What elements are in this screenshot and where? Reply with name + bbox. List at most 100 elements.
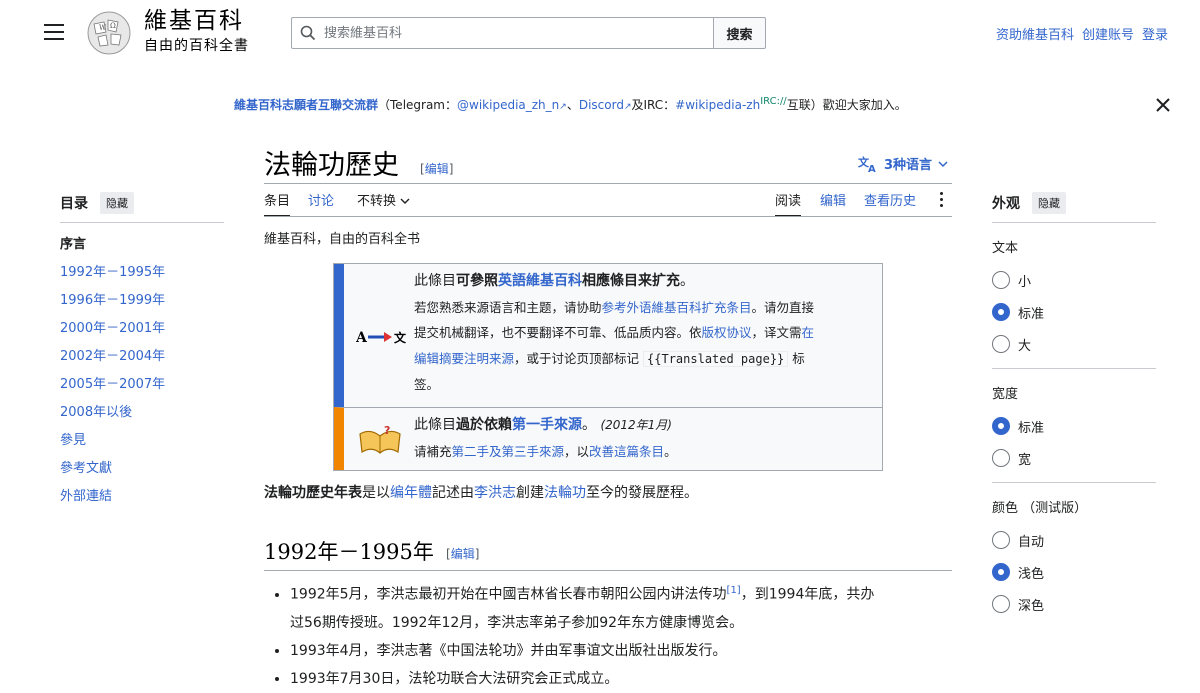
- tab-variant[interactable]: 不转换: [357, 190, 410, 215]
- notice-text: 提交机械翻译，也不要翻译不可靠、低品质内容。依: [414, 325, 702, 340]
- close-icon[interactable]: [1154, 96, 1172, 114]
- radio-text-large[interactable]: 大: [992, 328, 1156, 360]
- li-hongzhi-link[interactable]: 李洪志: [474, 485, 516, 501]
- expand-guide-link[interactable]: 参考外语維基百科扩充条目: [602, 300, 752, 315]
- template-code: {{Translated page}}: [643, 350, 789, 367]
- notice-text: ，以: [564, 443, 590, 459]
- main-menu-icon[interactable]: [44, 24, 64, 40]
- lead-text: 記述由: [432, 485, 474, 501]
- login-link[interactable]: 登录: [1142, 24, 1168, 43]
- radio-button[interactable]: [992, 335, 1010, 353]
- telegram-link[interactable]: @wikipedia_zh_n: [457, 98, 559, 112]
- section-edit: [编辑]: [446, 547, 480, 561]
- tab-article[interactable]: 条目: [264, 190, 291, 217]
- radio-width-wide[interactable]: 宽: [992, 442, 1156, 474]
- toc-title: 目录: [60, 196, 88, 212]
- edit-summary-link[interactable]: 编辑摘要注明来源: [414, 351, 514, 366]
- appearance-title: 外观: [992, 196, 1020, 212]
- svg-text:A: A: [356, 330, 368, 346]
- toc-item[interactable]: 參見: [60, 431, 224, 459]
- search-input[interactable]: [322, 24, 682, 42]
- create-account-link[interactable]: 创建账号: [1082, 24, 1134, 43]
- radio-text-small[interactable]: 小: [992, 264, 1156, 296]
- radio-button-selected[interactable]: [992, 303, 1010, 321]
- notice-text: 。: [680, 273, 694, 289]
- svg-text:?: ?: [384, 424, 390, 437]
- irc-link[interactable]: #wikipedia-zh: [675, 98, 760, 112]
- toc-item[interactable]: 2005年－2007年: [60, 375, 224, 403]
- notice-text: 若您熟悉来源语言和主题，请协助: [414, 299, 602, 315]
- radio-button[interactable]: [992, 449, 1010, 467]
- english-wiki-link[interactable]: 英語維基百科: [498, 273, 582, 289]
- radio-width-standard[interactable]: 标准: [992, 410, 1156, 442]
- section-edit-link[interactable]: 编辑: [451, 547, 475, 561]
- edit-link[interactable]: 编辑: [425, 162, 449, 176]
- radio-button[interactable]: [992, 531, 1010, 549]
- notice-text: 请補充: [414, 443, 452, 459]
- falun-gong-link[interactable]: 法輪功: [544, 485, 586, 501]
- title-edit-section: [编辑]: [420, 162, 454, 176]
- notice-date: (2012年1月): [600, 418, 672, 432]
- tab-talk[interactable]: 讨论: [308, 190, 334, 215]
- improve-article-link[interactable]: 改善這篇条目: [589, 444, 664, 459]
- notice-text: ，译文需: [751, 325, 802, 340]
- radio-color-light[interactable]: 浅色: [992, 556, 1156, 588]
- notice-emphasis: 可參照: [456, 273, 498, 289]
- search-button[interactable]: 搜索: [713, 17, 766, 49]
- user-links: 资助維基百科 创建账号 登录: [996, 24, 1168, 43]
- toc-item[interactable]: 1992年－1995年: [60, 263, 224, 291]
- radio-label: 小: [1018, 274, 1032, 290]
- edit-summary-link[interactable]: 在: [802, 325, 815, 340]
- appearance-hide-button[interactable]: 隐藏: [1032, 192, 1066, 214]
- irc-protocol-label: IRC://: [760, 96, 787, 107]
- donate-link[interactable]: 资助維基百科: [996, 24, 1074, 43]
- toc-item[interactable]: 2008年以後: [60, 403, 224, 431]
- tab-read[interactable]: 阅读: [775, 190, 802, 217]
- page-title: 法輪功歷史: [264, 150, 399, 181]
- translate-icon: 文 A: [858, 155, 876, 173]
- page-tabs: 条目 讨论 不转换 阅读 编辑 查看历史: [264, 190, 952, 217]
- event-text: 1992年5月，李洪志最初开始在中國吉林省长春市朝阳公园内讲法传功: [290, 586, 727, 603]
- lead-text: 創建: [516, 485, 544, 501]
- notice-group-link[interactable]: 維基百科志願者互聯交流群: [234, 98, 378, 112]
- wikipedia-globe-logo[interactable]: W Ω: [84, 10, 134, 56]
- svg-text:文: 文: [394, 330, 407, 345]
- tab-history[interactable]: 查看历史: [864, 190, 916, 215]
- radio-label: 深色: [1018, 598, 1045, 614]
- language-button[interactable]: 文 A 3种语言: [858, 154, 948, 173]
- radio-button-selected[interactable]: [992, 563, 1010, 581]
- toc-item[interactable]: 2000年－2001年: [60, 319, 224, 347]
- radio-button[interactable]: [992, 271, 1010, 289]
- notice-text: （Telegram：: [378, 98, 458, 112]
- radio-button[interactable]: [992, 595, 1010, 613]
- license-link[interactable]: 版权协议: [702, 325, 752, 340]
- toc-item[interactable]: 2002年－2004年: [60, 347, 224, 375]
- primary-source-link[interactable]: 第一手來源: [512, 417, 582, 433]
- discord-link[interactable]: Discord: [579, 98, 624, 112]
- more-actions-icon[interactable]: [940, 192, 946, 210]
- toc-item-lead[interactable]: 序言: [60, 235, 224, 263]
- color-label: 颜色 （测试版）: [992, 501, 1088, 516]
- radio-button-selected[interactable]: [992, 417, 1010, 435]
- svg-text:W: W: [99, 24, 107, 32]
- tab-edit[interactable]: 编辑: [820, 190, 846, 215]
- table-of-contents: 目录 隐藏 序言 1992年－1995年 1996年－1999年 2000年－2…: [60, 192, 224, 515]
- event-text: 过56期传授班。1992年12月，李洪志率弟子参加92年东方健康博览会。: [290, 614, 744, 631]
- radio-text-standard[interactable]: 标准: [992, 296, 1156, 328]
- appearance-header: 外观 隐藏: [992, 192, 1156, 223]
- list-item: 1993年4月，李洪志著《中国法轮功》并由军事谊文出版社出版发行。: [290, 637, 952, 665]
- secondary-sources-link[interactable]: 第二手及第三手來源: [452, 444, 565, 459]
- toc-hide-button[interactable]: 隐藏: [100, 192, 134, 214]
- toc-item[interactable]: 外部連結: [60, 487, 224, 515]
- section-divider: [264, 570, 952, 571]
- site-sub: 維基百科，自由的百科全书: [264, 232, 421, 247]
- radio-color-dark[interactable]: 深色: [992, 588, 1156, 620]
- reference-link[interactable]: [1]: [727, 585, 741, 596]
- site-wordmark[interactable]: 維基百科 自由的百科全書: [144, 10, 249, 54]
- notice-emphasis: 相應條目来扩充: [582, 273, 680, 289]
- radio-color-auto[interactable]: 自动: [992, 524, 1156, 556]
- toc-item[interactable]: 1996年－1999年: [60, 291, 224, 319]
- toc-item[interactable]: 參考文獻: [60, 459, 224, 487]
- expand-language-notice: A 文 此條目可參照英語維基百科相應條目来扩充。 若您熟悉来源语言和主题，请协助…: [334, 264, 882, 407]
- chronicle-link[interactable]: 编年體: [390, 485, 432, 501]
